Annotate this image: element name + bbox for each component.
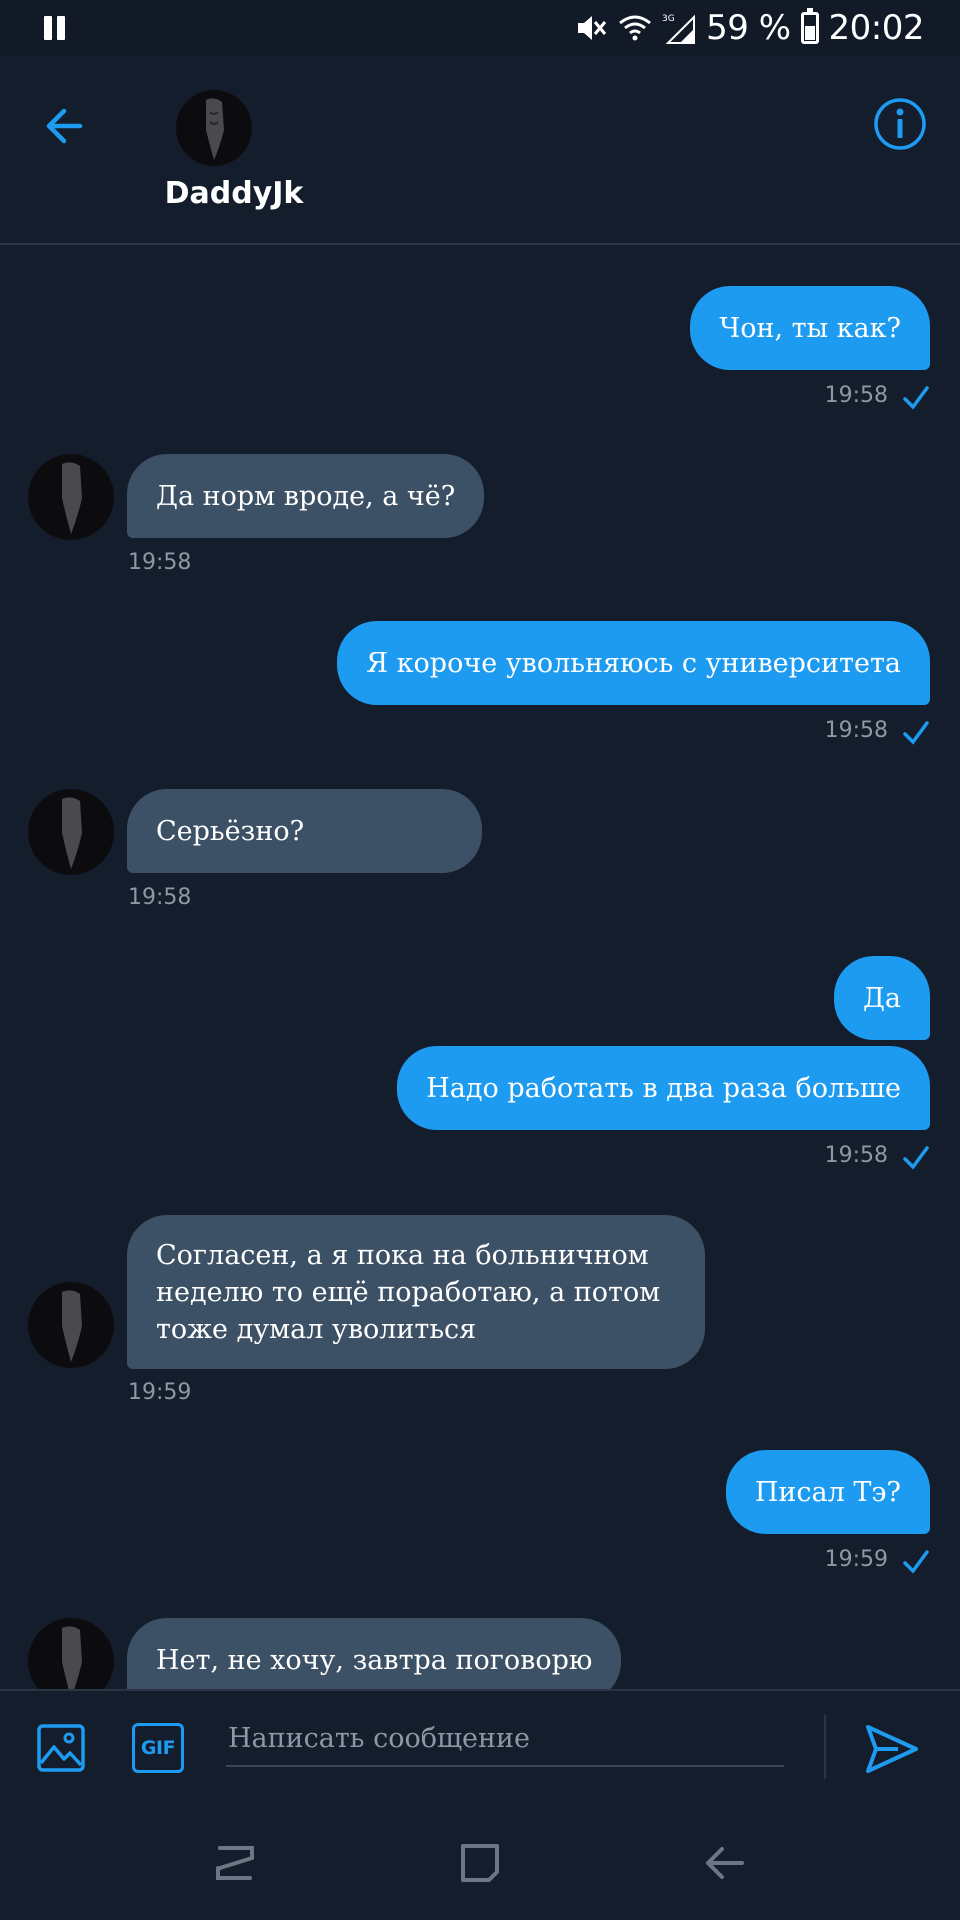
message-composer: GIF (0, 1689, 960, 1802)
status-bar: 3G 59 % 20:02 (0, 0, 960, 56)
send-icon[interactable] (864, 1721, 920, 1777)
outgoing-message-bubble[interactable]: Чон, ты как? (690, 286, 930, 370)
conversation-header: DaddyJk (0, 56, 960, 245)
incoming-message-bubble[interactable]: Да норм вроде, а чё? (127, 454, 485, 538)
check-icon (903, 1146, 929, 1170)
check-icon (903, 721, 929, 745)
system-navigation-bar (0, 1802, 960, 1920)
message-timestamp: 19:59 (128, 1380, 192, 1405)
check-icon (903, 1550, 929, 1574)
sender-avatar[interactable] (28, 454, 114, 540)
incoming-message-bubble[interactable]: Серьёзно? (127, 789, 482, 873)
composer-divider (824, 1715, 826, 1779)
message-timestamp: 19:59 (824, 1547, 888, 1572)
back-arrow-icon[interactable] (38, 98, 94, 154)
incoming-message-bubble[interactable]: Нет, не хочу, завтра поговорю (127, 1618, 622, 1689)
battery-icon (800, 8, 819, 44)
sender-avatar[interactable] (28, 789, 114, 875)
status-icons: 3G 59 % 20:02 (574, 6, 925, 50)
message-timestamp: 19:58 (128, 550, 192, 575)
message-list[interactable]: Чон, ты как? 19:58 Да норм вроде, а чё? … (0, 247, 960, 1689)
message-timestamp: 19:58 (824, 1143, 888, 1168)
message-timestamp: 19:58 (824, 718, 888, 743)
signal-icon: 3G (662, 14, 696, 44)
outgoing-message-bubble[interactable]: Да (833, 956, 930, 1040)
outgoing-message-bubble[interactable]: Писал Тэ? (725, 1450, 930, 1534)
message-timestamp: 19:58 (824, 383, 888, 408)
recent-apps-icon[interactable] (210, 1838, 260, 1888)
network-type-label: 3G (662, 14, 675, 24)
check-icon (903, 386, 929, 410)
gif-button[interactable]: GIF (132, 1723, 184, 1773)
image-icon[interactable] (36, 1723, 86, 1773)
wifi-icon (619, 15, 652, 41)
incoming-message-bubble[interactable]: Согласен, а я пока на больничном неделю … (127, 1215, 705, 1369)
sender-avatar[interactable] (28, 1282, 114, 1368)
outgoing-message-bubble[interactable]: Надо работать в два раза больше (397, 1046, 930, 1130)
clock: 20:02 (828, 8, 925, 48)
pause-icon (44, 16, 66, 40)
info-icon[interactable] (872, 96, 928, 152)
contact-avatar[interactable] (176, 90, 252, 166)
outgoing-message-bubble[interactable]: Я короче увольняюсь с университета (337, 621, 930, 705)
message-input[interactable] (226, 1711, 784, 1767)
mute-icon (578, 16, 607, 40)
contact-name[interactable]: DaddyJk (124, 176, 344, 211)
battery-percent: 59 % (706, 8, 791, 48)
message-timestamp: 19:58 (128, 885, 192, 910)
back-nav-icon[interactable] (700, 1838, 750, 1888)
home-icon[interactable] (455, 1838, 505, 1888)
sender-avatar[interactable] (28, 1618, 114, 1689)
